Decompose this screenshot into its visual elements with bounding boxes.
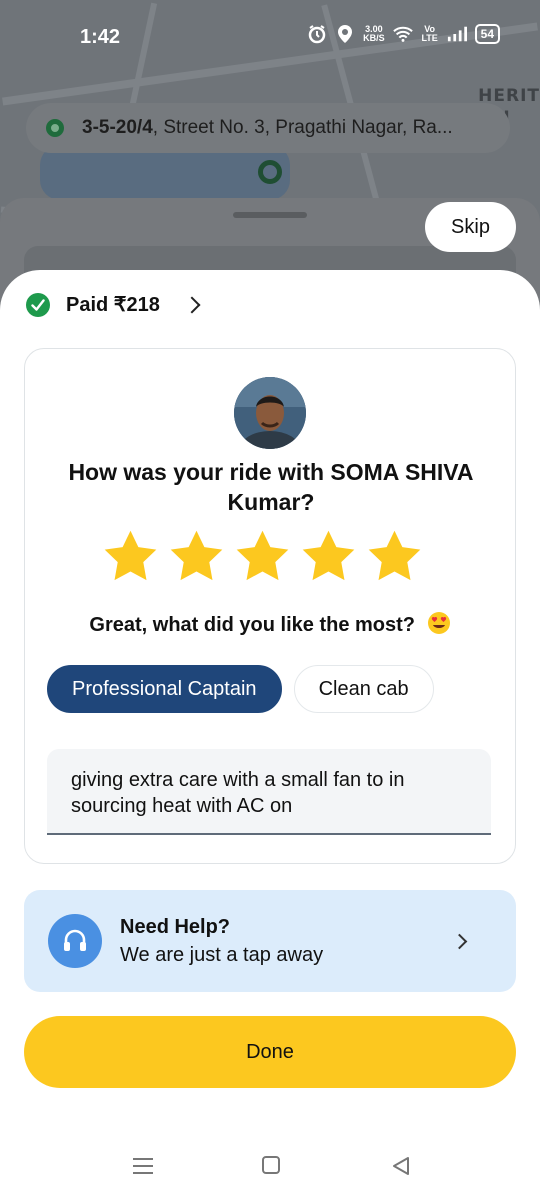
back-icon[interactable] — [391, 1156, 411, 1176]
need-help-card[interactable]: Need Help? We are just a tap away — [24, 890, 516, 992]
system-nav-bar — [0, 1150, 540, 1190]
check-circle-icon — [26, 292, 50, 317]
rating-sheet: Paid ₹218 How was your ride with SOMA SH… — [0, 270, 540, 1199]
location-icon — [335, 24, 355, 44]
star-icon-4[interactable] — [299, 527, 358, 586]
status-icons: 3.00 KB/S Vo LTE 54 — [307, 24, 500, 44]
pickup-address-pill[interactable]: 3-5-20/4, Street No. 3, Pragathi Nagar, … — [26, 103, 510, 153]
location-dot-icon — [46, 119, 64, 137]
network-speed: 3.00 KB/S — [363, 24, 385, 43]
wifi-icon — [392, 24, 413, 44]
status-bar: 1:42 3.00 KB/S Vo LTE 54 — [0, 0, 540, 72]
like-prompt: Great, what did you like the most? — [25, 611, 515, 637]
star-rating[interactable] — [101, 527, 424, 586]
sheet-handle — [233, 212, 307, 218]
volte-icon: Vo LTE — [421, 24, 438, 43]
home-icon[interactable] — [262, 1156, 280, 1174]
star-icon-5[interactable] — [365, 527, 424, 586]
heart-eyes-emoji-icon — [427, 612, 450, 634]
star-icon-2[interactable] — [167, 527, 226, 586]
chip-clean-cab[interactable]: Clean cab — [293, 665, 434, 713]
feedback-input[interactable]: giving extra care with a small fan to in… — [47, 749, 491, 835]
help-subtitle: We are just a tap away — [120, 944, 324, 966]
help-title: Need Help? — [120, 916, 231, 938]
chevron-right-icon — [183, 296, 201, 313]
alarm-icon — [307, 24, 327, 44]
pickup-address: 3-5-20/4, Street No. 3, Pragathi Nagar, … — [82, 117, 453, 138]
skip-button[interactable]: Skip — [425, 202, 516, 252]
battery-icon: 54 — [474, 24, 500, 44]
star-icon-3[interactable] — [233, 527, 292, 586]
chevron-right-icon — [451, 933, 468, 950]
captain-avatar — [234, 377, 306, 449]
rating-question: How was your ride with SOMA SHIVA Kumar? — [68, 459, 474, 515]
paid-amount: Paid ₹218 — [66, 294, 160, 316]
chip-professional-captain[interactable]: Professional Captain — [47, 665, 282, 713]
star-icon-1[interactable] — [101, 527, 160, 586]
done-button[interactable]: Done — [24, 1016, 516, 1088]
headset-icon — [48, 914, 102, 968]
recent-apps-icon[interactable] — [133, 1158, 153, 1174]
feedback-chips: Professional Captain Clean cab — [47, 665, 434, 713]
rating-card: How was your ride with SOMA SHIVA Kumar?… — [24, 348, 516, 864]
map-water — [40, 145, 290, 200]
status-time: 1:42 — [80, 26, 121, 48]
signal-icon — [447, 24, 467, 44]
map-pin-icon — [258, 160, 282, 184]
payment-summary[interactable]: Paid ₹218 — [26, 292, 201, 317]
